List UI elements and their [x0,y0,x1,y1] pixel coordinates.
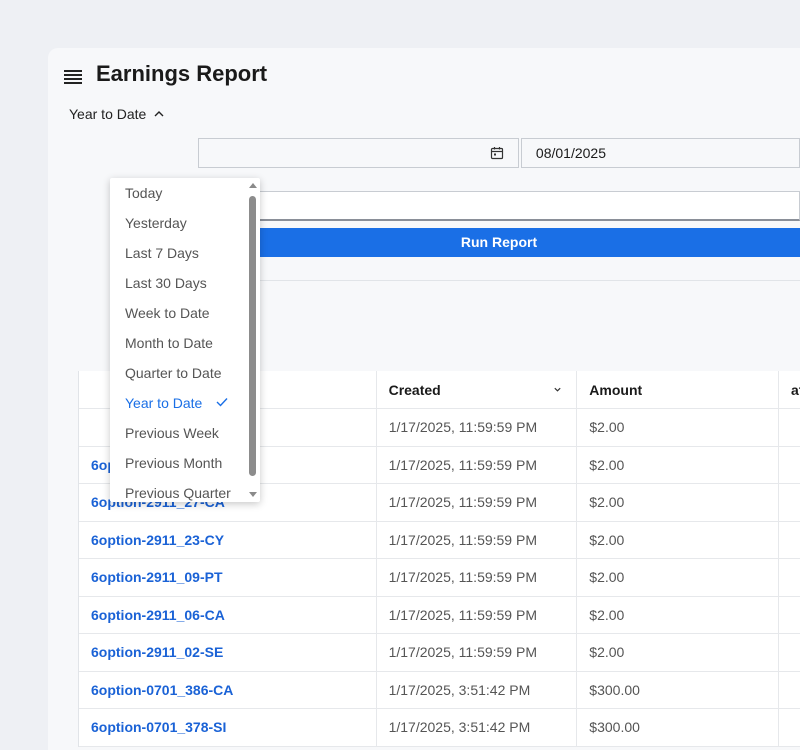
date-range-fields: 08/01/2025 [198,138,800,168]
row-name-link[interactable]: 6option-2911_23-CY [91,532,224,548]
row-name-cell: 6option-0701_386-CA [79,671,377,708]
table-row: 6option-2911_06-CA 1/17/2025, 11:59:59 PM… [79,596,800,634]
row-extra-cell [779,522,800,559]
dropdown-option[interactable]: Week to Date [110,298,260,328]
start-date-field[interactable] [198,138,519,168]
row-created-cell: 1/17/2025, 11:59:59 PM [377,634,578,671]
row-extra-cell [779,484,800,521]
row-amount-cell: $2.00 [577,484,780,521]
row-amount-cell: $2.00 [577,634,780,671]
row-created-cell: 1/17/2025, 11:59:59 PM [377,559,578,596]
row-created-cell: 1/17/2025, 3:51:42 PM [377,709,578,746]
row-created-cell: 1/17/2025, 11:59:59 PM [377,409,578,446]
scroll-up-icon[interactable] [249,183,257,188]
dropdown-option[interactable]: Previous Month [110,448,260,478]
header: Earnings Report [48,48,800,104]
row-name-link[interactable]: 6option-0701_386-CA [91,682,233,698]
row-name-cell: 6option-0701_378-SI [79,709,377,746]
row-amount-cell: $300.00 [577,709,780,746]
row-created-cell: 1/17/2025, 3:51:42 PM [377,671,578,708]
row-name-link[interactable]: 6option-0701_378-SI [91,719,226,735]
row-created-cell: 1/17/2025, 11:59:59 PM [377,484,578,521]
row-extra-cell [779,409,800,446]
table-row: 6option-2911_09-PT 1/17/2025, 11:59:59 PM… [79,559,800,597]
date-range-dropdown: Today Yesterday Last 7 Days Last 30 Days Wee… [110,178,260,502]
row-name-link[interactable]: 6option-2911_09-PT [91,569,223,585]
dropdown-option[interactable]: Yesterday [110,208,260,238]
date-range-label: Year to Date [69,106,147,122]
column-header-created[interactable]: Created [377,371,578,408]
row-created-cell: 1/17/2025, 11:59:59 PM [377,596,578,633]
row-amount-cell: $2.00 [577,409,780,446]
row-name-cell: 6option-2911_23-CY [79,521,377,558]
row-amount-cell: $2.00 [577,521,780,558]
row-created-cell: 1/17/2025, 11:59:59 PM [377,446,578,483]
dropdown-option[interactable]: Previous Quarter [110,478,260,502]
row-extra-cell [779,709,800,746]
scroll-down-icon[interactable] [249,492,257,497]
row-extra-cell [779,559,800,596]
check-icon [216,398,228,407]
dropdown-option[interactable]: Last 7 Days [110,238,260,268]
dropdown-option[interactable]: Last 30 Days [110,268,260,298]
row-extra-cell [779,672,800,709]
end-date-field[interactable]: 08/01/2025 [520,138,800,168]
scrollbar-thumb[interactable] [249,196,256,476]
column-header-amount[interactable]: Amount [577,371,780,408]
row-created-cell: 1/17/2025, 11:59:59 PM [377,521,578,558]
date-range-select[interactable]: Year to Date [69,106,164,122]
filter-input[interactable] [198,191,800,221]
table-row: 6option-0701_378-SI 1/17/2025, 3:51:42 PM… [79,709,800,747]
chevron-up-icon [154,111,164,117]
row-amount-cell: $2.00 [577,559,780,596]
run-report-button[interactable]: Run Report [198,228,800,257]
row-name-link[interactable]: 6option-2911_02-SE [91,644,223,660]
row-amount-cell: $2.00 [577,446,780,483]
row-name-cell: 6option-2911_02-SE [79,634,377,671]
row-extra-cell [779,597,800,634]
section-divider [198,280,800,281]
row-name-cell: 6option-2911_09-PT [79,559,377,596]
table-row: 6option-2911_23-CY 1/17/2025, 11:59:59 PM… [79,521,800,559]
row-amount-cell: $2.00 [577,596,780,633]
report-page: Earnings Report Year to Date 08/01/2025 … [48,48,800,750]
row-name-link[interactable]: 6option-2911_06-CA [91,607,225,623]
dropdown-option[interactable]: Today [110,178,260,208]
table-row: 6option-0701_386-CA 1/17/2025, 3:51:42 PM… [79,671,800,709]
row-extra-cell [779,634,800,671]
column-header-extra[interactable]: af [779,371,800,408]
row-name-cell: 6option-2911_06-CA [79,596,377,633]
dropdown-option[interactable]: Previous Week [110,418,260,448]
chevron-down-icon[interactable] [553,385,562,394]
page-title: Earnings Report [96,61,268,86]
dropdown-option[interactable]: Year to Date [110,388,260,418]
row-amount-cell: $300.00 [577,671,780,708]
row-extra-cell [779,447,800,484]
calendar-icon[interactable] [490,146,504,160]
dropdown-option[interactable]: Month to Date [110,328,260,358]
hamburger-menu-icon[interactable] [64,70,82,84]
dropdown-option[interactable]: Quarter to Date [110,358,260,388]
dropdown-scrollbar[interactable] [248,178,260,502]
table-row: 6option-2911_02-SE 1/17/2025, 11:59:59 PM… [79,634,800,672]
date-range-options: Today Yesterday Last 7 Days Last 30 Days Wee… [110,178,260,502]
